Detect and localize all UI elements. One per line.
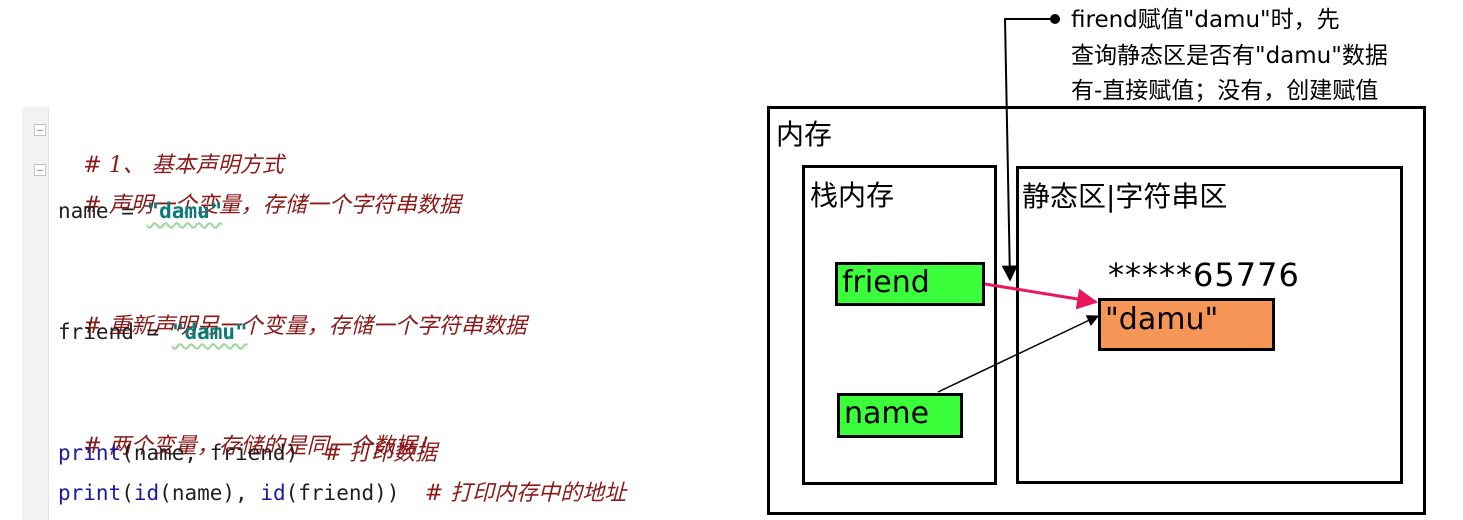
diagram-arrows xyxy=(937,14,1100,393)
friend-reference-arrow xyxy=(984,282,1099,310)
note-connector-arrow xyxy=(1001,18,1055,282)
name-reference-arrow xyxy=(937,315,1100,393)
note-bullet-icon xyxy=(1050,14,1060,24)
